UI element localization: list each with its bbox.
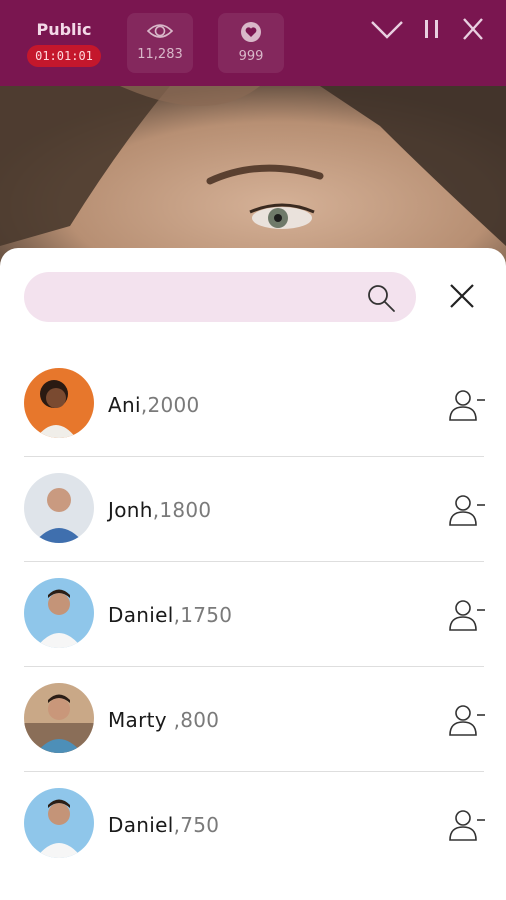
close-search-icon[interactable] (448, 282, 476, 310)
visibility-status: Public 01:01:01 (24, 12, 104, 72)
user-score: ,2000 (140, 393, 200, 417)
list-item[interactable]: Ani,2000 (0, 352, 506, 457)
user-name-score: Ani,2000 (108, 393, 200, 417)
user-name-score: Daniel,750 (108, 813, 219, 837)
user-score: ,1750 (173, 603, 233, 627)
list-item[interactable]: Jonh,1800 (0, 457, 506, 562)
remove-user-icon[interactable] (448, 808, 486, 842)
remove-user-icon[interactable] (448, 388, 486, 422)
viewer-list: Ani,2000 Jonh,1800 Daniel,1750 Marty ,80… (0, 352, 506, 877)
stream-timer: 01:01:01 (27, 45, 101, 67)
user-name: Ani (108, 393, 141, 417)
user-score: ,800 (173, 708, 220, 732)
close-icon[interactable] (461, 18, 485, 40)
remove-user-icon[interactable] (448, 598, 486, 632)
avatar (24, 788, 94, 858)
eye-icon (146, 24, 174, 38)
pause-icon[interactable] (423, 18, 441, 40)
chevron-down-icon[interactable] (370, 18, 404, 40)
viewers-stat: 11,283 (127, 13, 193, 73)
list-item[interactable]: Daniel,1750 (0, 562, 506, 667)
viewers-sheet: Ani,2000 Jonh,1800 Daniel,1750 Marty ,80… (0, 248, 506, 900)
search-bar[interactable] (24, 272, 416, 324)
avatar (24, 578, 94, 648)
viewers-count: 11,283 (137, 47, 183, 62)
user-name-score: Daniel,1750 (108, 603, 232, 627)
user-name-score: Marty ,800 (108, 708, 219, 732)
top-bar: Public 01:01:01 11,283 999 (0, 0, 506, 86)
avatar (24, 473, 94, 543)
user-score: ,750 (173, 813, 220, 837)
likes-count: 999 (238, 49, 264, 64)
user-name-score: Jonh,1800 (108, 498, 211, 522)
heart-icon (241, 22, 261, 42)
list-item[interactable]: Daniel,750 (0, 772, 506, 877)
avatar (24, 368, 94, 438)
list-item[interactable]: Marty ,800 (0, 667, 506, 772)
user-score: ,1800 (152, 498, 212, 522)
user-name: Daniel (108, 603, 174, 627)
search-icon[interactable] (366, 283, 396, 313)
avatar (24, 683, 94, 753)
remove-user-icon[interactable] (448, 493, 486, 527)
user-name: Marty (108, 708, 174, 732)
visibility-label: Public (36, 20, 92, 39)
search-input[interactable] (44, 272, 368, 324)
likes-stat: 999 (218, 13, 284, 73)
remove-user-icon[interactable] (448, 703, 486, 737)
user-name: Jonh (108, 498, 153, 522)
user-name: Daniel (108, 813, 174, 837)
